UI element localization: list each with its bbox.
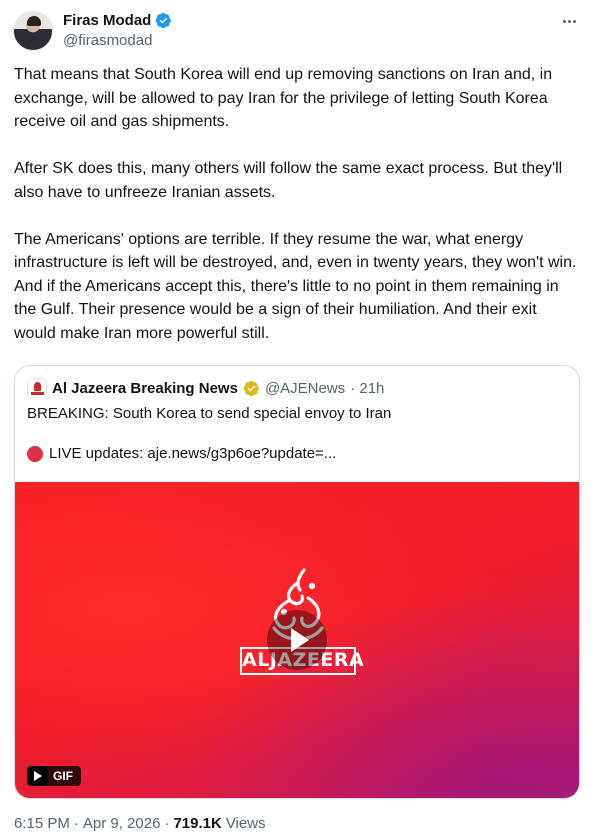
gif-badge[interactable]: GIF: [27, 766, 81, 786]
tweet-paragraph: The Americans' options are terrible. If …: [14, 230, 577, 342]
tweet-time[interactable]: 6:15 PM: [14, 815, 70, 832]
more-icon[interactable]: [559, 12, 579, 30]
quote-avatar: [27, 378, 47, 398]
author-block: Firas Modad @firasmodad: [63, 10, 172, 49]
meta-separator: ·: [73, 815, 79, 832]
tweet-meta: 6:15 PM · Apr 9, 2026 · 719.1K Views: [14, 815, 266, 832]
verified-badge-icon: [243, 380, 259, 396]
quote-text: BREAKING: South Korea to send special en…: [27, 405, 392, 422]
views-label: Views: [225, 815, 266, 832]
author-name[interactable]: Firas Modad: [63, 12, 151, 29]
tweet: Firas Modad @firasmodad That means that …: [0, 0, 597, 839]
quote-tweet-card[interactable]: Al Jazeera Breaking News @AJENews · 21h …: [14, 365, 580, 799]
verified-badge-icon: [155, 12, 172, 28]
quote-time: · 21h: [350, 379, 385, 397]
name-row: Firas Modad: [63, 10, 172, 30]
quote-header: Al Jazeera Breaking News @AJENews · 21h: [27, 378, 384, 398]
avatar[interactable]: [13, 11, 53, 51]
red-circle-icon: [27, 445, 43, 462]
gif-label: GIF: [47, 766, 81, 786]
gif-media[interactable]: ALJAZEERA GIF: [15, 482, 579, 798]
tweet-paragraph: After SK does this, many others will fol…: [14, 160, 563, 201]
play-icon[interactable]: [267, 610, 327, 670]
tweet-paragraph: That means that South Korea will end up …: [14, 66, 553, 130]
quote-author-handle: @AJENews: [264, 379, 346, 397]
gif-play-icon[interactable]: [27, 766, 47, 786]
quote-live-line: LIVE updates: aje.news/g3p6oe?update=...: [27, 445, 336, 462]
views-count: 719.1K: [173, 815, 222, 832]
meta-separator: ·: [164, 815, 170, 832]
tweet-text: That means that South Korea will end up …: [14, 63, 582, 345]
author-handle[interactable]: @firasmodad: [63, 32, 172, 49]
tweet-date[interactable]: Apr 9, 2026: [83, 815, 161, 832]
quote-author-name: Al Jazeera Breaking News: [52, 379, 238, 397]
quote-live-text[interactable]: LIVE updates: aje.news/g3p6oe?update=...: [49, 445, 336, 462]
